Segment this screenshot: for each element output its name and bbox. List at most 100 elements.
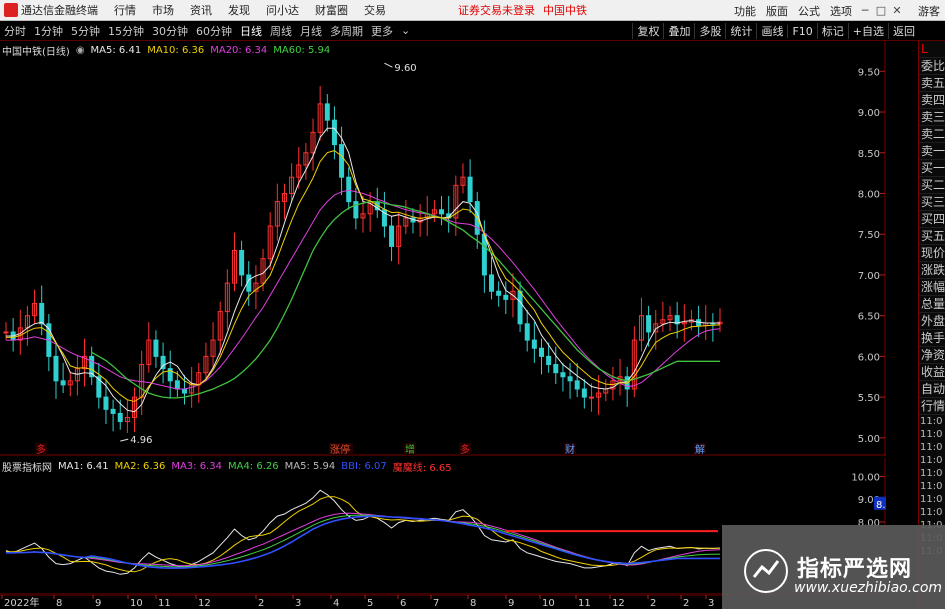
overlay-button[interactable]: 叠加: [663, 23, 694, 39]
settings-circle-icon[interactable]: ◉: [76, 45, 85, 56]
period-30min[interactable]: 30分钟: [148, 23, 192, 39]
watermark-title: 指标严选网: [797, 557, 913, 582]
period-5min[interactable]: 5分钟: [67, 23, 104, 39]
back-button[interactable]: 返回: [888, 23, 919, 39]
panel-row-13[interactable]: 涨幅: [919, 279, 945, 296]
y-tick-label-3: 8.00: [858, 189, 880, 200]
candle-body-0: [3, 331, 9, 334]
panel-row-1[interactable]: 卖五: [919, 75, 945, 92]
candle-body-7: [53, 355, 59, 382]
panel-row-15[interactable]: 外盘: [919, 313, 945, 330]
menu-trade[interactable]: 交易: [356, 2, 394, 18]
event-marker-4: 财: [565, 443, 575, 456]
panel-row-10[interactable]: 买五: [919, 228, 945, 245]
event-marker-5: 解: [695, 443, 705, 456]
close-icon[interactable]: ✕: [889, 4, 905, 17]
period-intraday[interactable]: 分时: [0, 23, 30, 39]
ma60-label: MA60: 5.94: [273, 44, 331, 56]
panel-row-14[interactable]: 总量: [919, 296, 945, 313]
formula-button[interactable]: 公式: [793, 3, 825, 19]
menu-ask[interactable]: 问小达: [258, 2, 307, 18]
add-watchlist-button[interactable]: +自选: [847, 23, 888, 39]
mark-button[interactable]: 标记: [816, 23, 848, 39]
y-tick-label-9: 5.00: [858, 434, 880, 445]
period-1min[interactable]: 1分钟: [30, 23, 67, 39]
candle-body-25: [182, 388, 187, 394]
panel-row-16[interactable]: 换手: [919, 330, 945, 347]
candle-body-5: [39, 302, 45, 325]
candle-body-74: [531, 339, 537, 349]
y-tick-label-5: 7.00: [858, 271, 880, 282]
menu-quotes[interactable]: 行情: [106, 2, 144, 18]
functions-button[interactable]: 功能: [729, 3, 761, 19]
options-button[interactable]: 选项: [825, 3, 857, 19]
panel-row-6[interactable]: 买一: [919, 160, 945, 177]
multi-stock-button[interactable]: 多股: [694, 23, 725, 39]
candle-body-15: [110, 408, 116, 414]
candle-body-72: [517, 290, 523, 325]
ma10-label: MA10: 6.36: [147, 44, 205, 56]
trade-time-3: 11:0: [920, 455, 943, 466]
panel-row-19[interactable]: 自动: [919, 381, 945, 398]
ma10-line: [6, 150, 721, 403]
sub-y-tick-label-0: 10.00: [851, 473, 880, 484]
y-tick-label-4: 7.50: [858, 230, 880, 241]
panel-row-17[interactable]: 净资: [919, 347, 945, 364]
maximize-icon[interactable]: □: [873, 4, 889, 17]
panel-row-2[interactable]: 卖四: [919, 92, 945, 109]
event-marker-3: 多: [460, 443, 470, 456]
chevron-down-icon[interactable]: ⌄: [397, 24, 414, 37]
period-15min[interactable]: 15分钟: [104, 23, 148, 39]
draw-line-button[interactable]: 画线: [756, 23, 787, 39]
period-monthly[interactable]: 月线: [296, 23, 326, 39]
annotation-pointer-1: [120, 438, 129, 442]
login-status-link[interactable]: 证券交易未登录: [454, 2, 539, 18]
panel-row-11[interactable]: 现价: [919, 245, 945, 262]
menu-news[interactable]: 资讯: [182, 2, 220, 18]
period-more[interactable]: 更多: [367, 23, 397, 39]
adjust-button[interactable]: 复权: [632, 23, 663, 39]
period-daily[interactable]: 日线: [236, 23, 266, 39]
stock-name-label: 中国中铁(日线): [2, 46, 70, 58]
menu-wealth-circle[interactable]: 财富圈: [307, 2, 356, 18]
panel-header: L: [919, 41, 945, 58]
main-kline-chart[interactable]: 9.50 9.00 8.50 8.00 7.50 7.00 6.50 6.00 5.50 5.00…: [0, 41, 886, 456]
x-tick-label-14: 10: [542, 598, 555, 609]
main-chart-legend: 中国中铁(日线) ◉ MA5: 6.41 MA10: 6.36 MA20: 6.…: [2, 43, 336, 58]
statistics-button[interactable]: 统计: [725, 23, 756, 39]
panel-row-3[interactable]: 卖三: [919, 109, 945, 126]
f10-button[interactable]: F10: [787, 24, 816, 38]
watermark-url: www.xuezhibiao.com: [794, 580, 943, 596]
period-60min[interactable]: 60分钟: [192, 23, 236, 39]
candle-body-65: [467, 176, 473, 203]
candle-body-68: [489, 274, 495, 292]
panel-row-5[interactable]: 卖一: [919, 143, 945, 160]
y-tick-label-7: 6.00: [858, 352, 880, 363]
quote-panel: L 委比 卖五 卖四 卖三 卖二 卖一 买一 买二 买三 买四 买五 现价 涨跌 涨幅 总量 外盘 换手 净资 收益…: [918, 41, 945, 609]
panel-row-8[interactable]: 买三: [919, 194, 945, 211]
mm-line-label: 魔魔线: 6.65: [392, 462, 452, 474]
candle-body-81: [581, 388, 587, 398]
x-tick-label-12: 8: [470, 598, 476, 609]
layout-button[interactable]: 版面: [761, 3, 793, 19]
menu-discover[interactable]: 发现: [220, 2, 258, 18]
guest-button[interactable]: 游客: [913, 3, 945, 19]
period-multi[interactable]: 多周期: [326, 23, 367, 39]
panel-row-18[interactable]: 收益: [919, 364, 945, 381]
x-tick-label-3: 10: [130, 598, 143, 609]
candle-body-47: [339, 144, 345, 178]
panel-row-4[interactable]: 卖二: [919, 126, 945, 143]
minimize-icon[interactable]: ─: [857, 4, 873, 17]
panel-row-7[interactable]: 买二: [919, 177, 945, 194]
y-tick-label-8: 5.50: [858, 393, 880, 404]
panel-row-0[interactable]: 委比: [919, 58, 945, 75]
panel-row-9[interactable]: 买四: [919, 211, 945, 228]
panel-row-20[interactable]: 行情: [919, 398, 945, 415]
menu-market[interactable]: 市场: [144, 2, 182, 18]
y-tick-label-1: 9.00: [858, 108, 880, 119]
panel-row-12[interactable]: 涨跌: [919, 262, 945, 279]
period-weekly[interactable]: 周线: [266, 23, 296, 39]
bbi-label: BBI: 6.07: [341, 460, 387, 472]
x-tick-label-13: 9: [508, 598, 514, 609]
trade-time-6: 11:0: [920, 494, 943, 505]
